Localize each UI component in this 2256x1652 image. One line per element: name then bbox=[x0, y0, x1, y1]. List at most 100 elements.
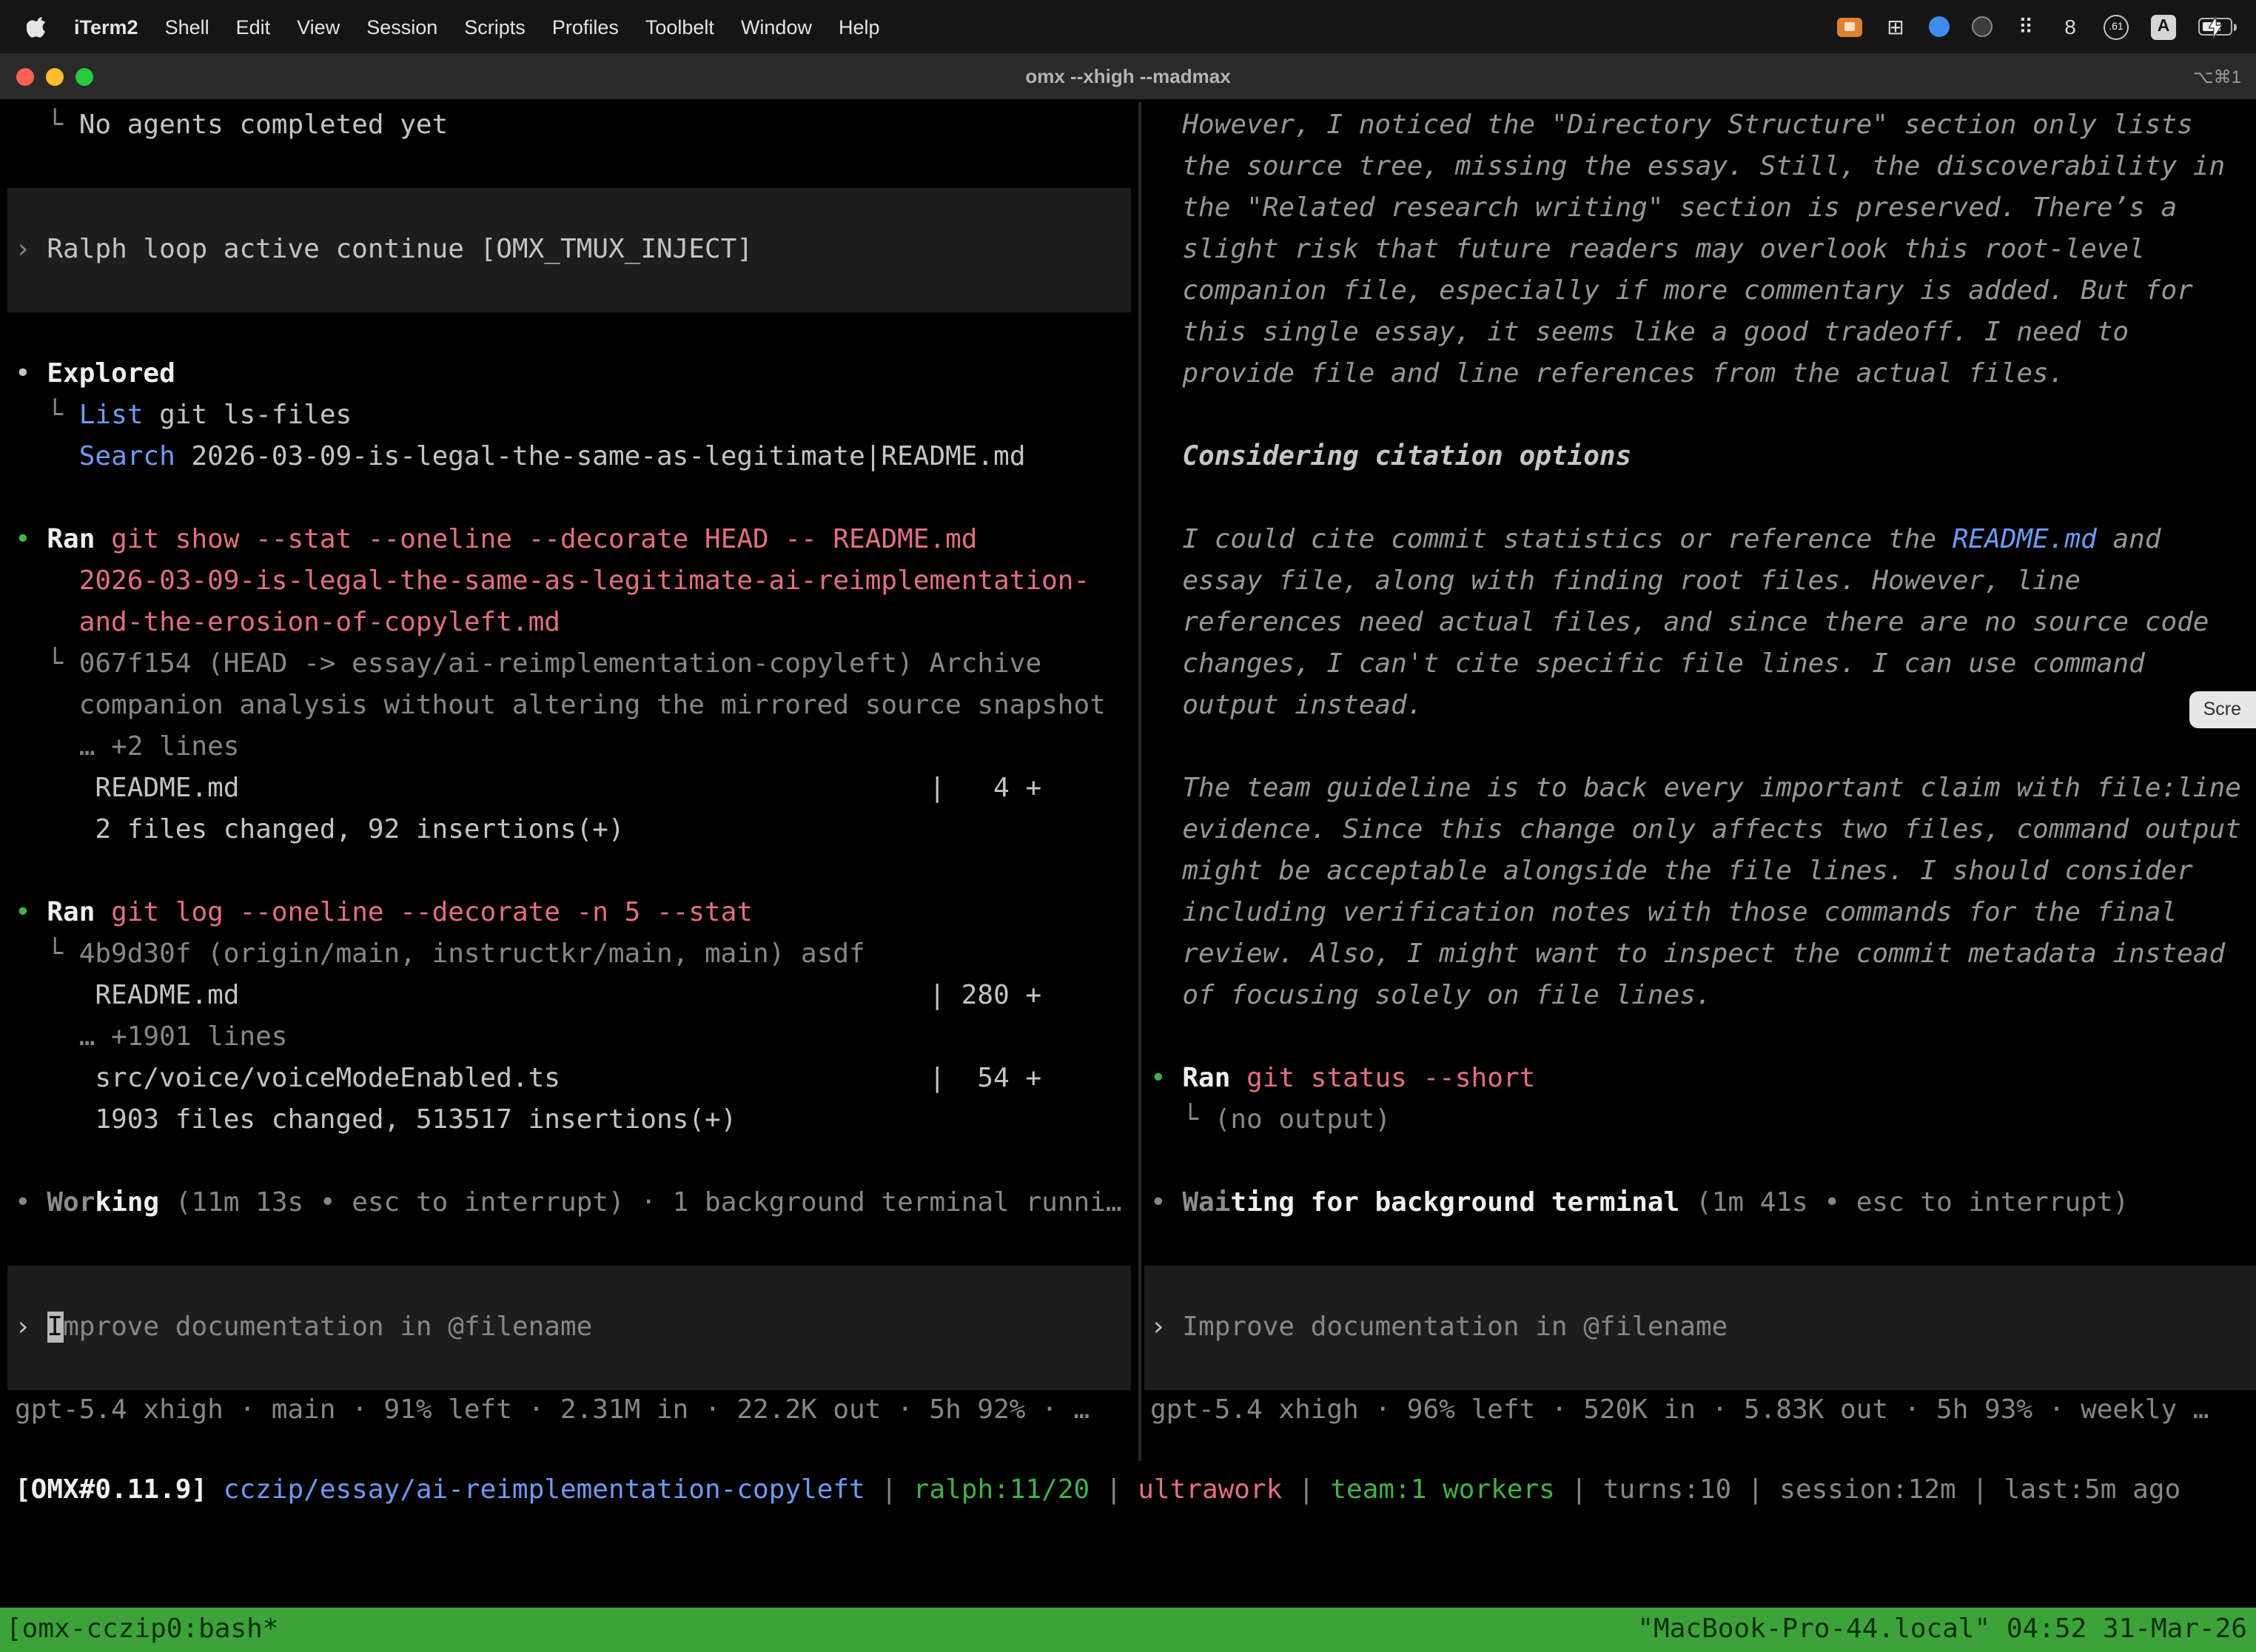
charging-bolt-icon bbox=[2209, 17, 2222, 39]
window-shortcut-badge: ⌥⌘1 bbox=[2193, 66, 2241, 87]
omx-status-line: [OMX#0.11.9] cczip/essay/ai-reimplementa… bbox=[15, 1470, 2256, 1511]
menu-item-scripts[interactable]: Scripts bbox=[451, 16, 539, 38]
terminal-line bbox=[15, 1141, 1138, 1183]
terminal-line: the source tree, missing the essay. Stil… bbox=[1150, 147, 2256, 188]
menu-item-session[interactable]: Session bbox=[353, 16, 451, 38]
terminal-line: The team guideline is to back every impo… bbox=[1150, 768, 2256, 810]
menu-item-view[interactable]: View bbox=[283, 16, 353, 38]
terminal-line: might be acceptable alongside the file l… bbox=[1150, 851, 2256, 893]
terminal-line: this single essay, it seems like a good … bbox=[1150, 312, 2256, 354]
screen-recording-indicator[interactable] bbox=[1837, 17, 1862, 36]
terminal-line: of focusing solely on file lines. bbox=[1150, 976, 2256, 1017]
terminal-line: └ No agents completed yet bbox=[15, 105, 1138, 147]
terminal-line: … +2 lines bbox=[15, 727, 1138, 768]
menu-item-edit[interactable]: Edit bbox=[223, 16, 284, 38]
right-terminal-pane[interactable]: However, I noticed the "Directory Struct… bbox=[1141, 102, 2256, 1433]
screen-edge-tab[interactable]: Scre bbox=[2190, 691, 2256, 728]
apple-menu-icon[interactable] bbox=[27, 15, 49, 38]
left-scrollback-top: └ No agents completed yet bbox=[15, 105, 1138, 188]
terminal-line: and-the-erosion-of-copyleft.md bbox=[15, 602, 1138, 644]
omx-status-bar: [OMX#0.11.9] cczip/essay/ai-reimplementa… bbox=[15, 1470, 2256, 1511]
terminal-line: └ (no output) bbox=[1150, 1100, 2256, 1141]
left-scrollback: • Explored └ List git ls-files Search 20… bbox=[15, 312, 1138, 1224]
right-scrollback: However, I noticed the "Directory Struct… bbox=[1150, 105, 2256, 1224]
terminal-line: evidence. Since this change only affects… bbox=[1150, 810, 2256, 851]
menubar-status-icons: ⊞ ⠿ 8 .61 A bbox=[1837, 14, 2238, 39]
terminal-line: › Improve documentation in @filename bbox=[1150, 1307, 1728, 1349]
right-prompt-input-text: › Improve documentation in @filename bbox=[1150, 1307, 1728, 1349]
terminal-line: README.md | 4 + bbox=[15, 768, 1138, 810]
ralph-loop-banner: › Ralph loop active continue [OMX_TMUX_I… bbox=[7, 188, 1131, 312]
terminal-line: including verification notes with those … bbox=[1150, 893, 2256, 934]
terminal-line: README.md | 280 + bbox=[15, 976, 1138, 1017]
terminal-line: companion file, especially if more comme… bbox=[1150, 271, 2256, 312]
terminal-line bbox=[15, 478, 1138, 520]
tmux-status-bar: [omx-cczip0:bash* "MacBook-Pro-44.local"… bbox=[0, 1608, 2256, 1652]
terminal-line: essay file, along with finding root file… bbox=[1150, 561, 2256, 602]
terminal-line: [OMX#0.11.9] cczip/essay/ai-reimplementa… bbox=[15, 1470, 2256, 1511]
terminal-line: • Explored bbox=[15, 354, 1138, 395]
dots-grid-icon[interactable]: ⠿ bbox=[2015, 16, 2037, 37]
terminal-line: However, I noticed the "Directory Struct… bbox=[1150, 105, 2256, 147]
terminal-line: Considering citation options bbox=[1150, 437, 2256, 478]
terminal-line: • Ran git log --oneline --decorate -n 5 … bbox=[15, 893, 1138, 934]
terminal-line: • Waiting for background terminal (1m 41… bbox=[1150, 1183, 2256, 1224]
menu-bar: iTerm2 Shell Edit View Session Scripts P… bbox=[0, 0, 2256, 53]
terminal-line: gpt-5.4 xhigh · 96% left · 520K in · 5.8… bbox=[1150, 1390, 2256, 1431]
terminal-line: 1903 files changed, 513517 insertions(+) bbox=[15, 1100, 1138, 1141]
terminal-line: changes, I can't cite specific file line… bbox=[1150, 644, 2256, 685]
zoom-window-button[interactable] bbox=[75, 67, 93, 85]
terminal-line: src/voice/voiceModeEnabled.ts | 54 + bbox=[15, 1058, 1138, 1100]
left-prompt-input[interactable]: › Improve documentation in @filename bbox=[7, 1266, 1131, 1390]
window-titlebar: omx --xhigh --madmax ⌥⌘1 bbox=[0, 53, 2256, 101]
terminal-line bbox=[15, 851, 1138, 893]
window-title: omx --xhigh --madmax bbox=[0, 65, 2256, 87]
terminal-line: Search 2026-03-09-is-legal-the-same-as-l… bbox=[15, 437, 1138, 478]
terminal-line: output instead. bbox=[1150, 685, 2256, 727]
terminal-area: └ No agents completed yet › Ralph loop a… bbox=[0, 102, 2256, 1652]
gauge-icon[interactable]: .61 bbox=[2104, 14, 2129, 39]
dark-app-icon[interactable] bbox=[1972, 16, 1993, 37]
terminal-line: └ List git ls-files bbox=[15, 395, 1138, 437]
terminal-line: I could cite commit statistics or refere… bbox=[1150, 520, 2256, 561]
terminal-line bbox=[1150, 1141, 2256, 1183]
menu-item-window[interactable]: Window bbox=[728, 16, 825, 38]
menu-item-iterm2[interactable]: iTerm2 bbox=[61, 16, 152, 38]
menu-item-toolbelt[interactable]: Toolbelt bbox=[632, 16, 728, 38]
terminal-line: 2 files changed, 92 insertions(+) bbox=[15, 810, 1138, 851]
terminal-line bbox=[1150, 1017, 2256, 1058]
terminal-line: • Ran git show --stat --oneline --decora… bbox=[15, 520, 1138, 561]
tmux-host-clock-label: "MacBook-Pro-44.local" 04:52 31-Mar-26 bbox=[1637, 1608, 2256, 1652]
minimize-window-button[interactable] bbox=[46, 67, 64, 85]
menu-item-profiles[interactable]: Profiles bbox=[539, 16, 632, 38]
figure-eight-icon[interactable]: 8 bbox=[2059, 16, 2081, 37]
terminal-line: review. Also, I might want to inspect th… bbox=[1150, 934, 2256, 976]
terminal-line: the "Related research writing" section i… bbox=[1150, 188, 2256, 229]
terminal-line bbox=[1150, 478, 2256, 520]
terminal-line: companion analysis without altering the … bbox=[15, 685, 1138, 727]
blue-app-icon[interactable] bbox=[1929, 16, 1950, 37]
terminal-line bbox=[15, 147, 1138, 188]
tmux-session-label: [omx-cczip0:bash* bbox=[0, 1608, 278, 1652]
input-source-icon[interactable]: A bbox=[2151, 14, 2176, 39]
ralph-loop-banner-text: › Ralph loop active continue [OMX_TMUX_I… bbox=[15, 229, 753, 271]
right-agent-status-line: gpt-5.4 xhigh · 96% left · 520K in · 5.8… bbox=[1150, 1390, 2256, 1431]
left-agent-status-line: gpt-5.4 xhigh · main · 91% left · 2.31M … bbox=[15, 1390, 1138, 1431]
menu-item-shell[interactable]: Shell bbox=[152, 16, 223, 38]
left-terminal-pane[interactable]: └ No agents completed yet › Ralph loop a… bbox=[0, 102, 1138, 1433]
right-prompt-input[interactable]: › Improve documentation in @filename bbox=[1144, 1266, 2256, 1390]
terminal-line: gpt-5.4 xhigh · main · 91% left · 2.31M … bbox=[15, 1390, 1138, 1431]
terminal-line: references need actual files, and since … bbox=[1150, 602, 2256, 644]
menu-item-help[interactable]: Help bbox=[825, 16, 893, 38]
terminal-line: └ 067f154 (HEAD -> essay/ai-reimplementa… bbox=[15, 644, 1138, 685]
terminal-line: › Ralph loop active continue [OMX_TMUX_I… bbox=[15, 229, 753, 271]
terminal-line bbox=[15, 312, 1138, 354]
terminal-line: provide file and line references from th… bbox=[1150, 354, 2256, 395]
terminal-line: … +1901 lines bbox=[15, 1017, 1138, 1058]
grid-icon[interactable]: ⊞ bbox=[1884, 16, 1907, 37]
close-window-button[interactable] bbox=[16, 67, 34, 85]
terminal-line: └ 4b9d30f (origin/main, instructkr/main,… bbox=[15, 934, 1138, 976]
screen: iTerm2 Shell Edit View Session Scripts P… bbox=[0, 0, 2256, 1652]
terminal-line bbox=[1150, 727, 2256, 768]
battery-charging-icon[interactable] bbox=[2198, 19, 2232, 36]
